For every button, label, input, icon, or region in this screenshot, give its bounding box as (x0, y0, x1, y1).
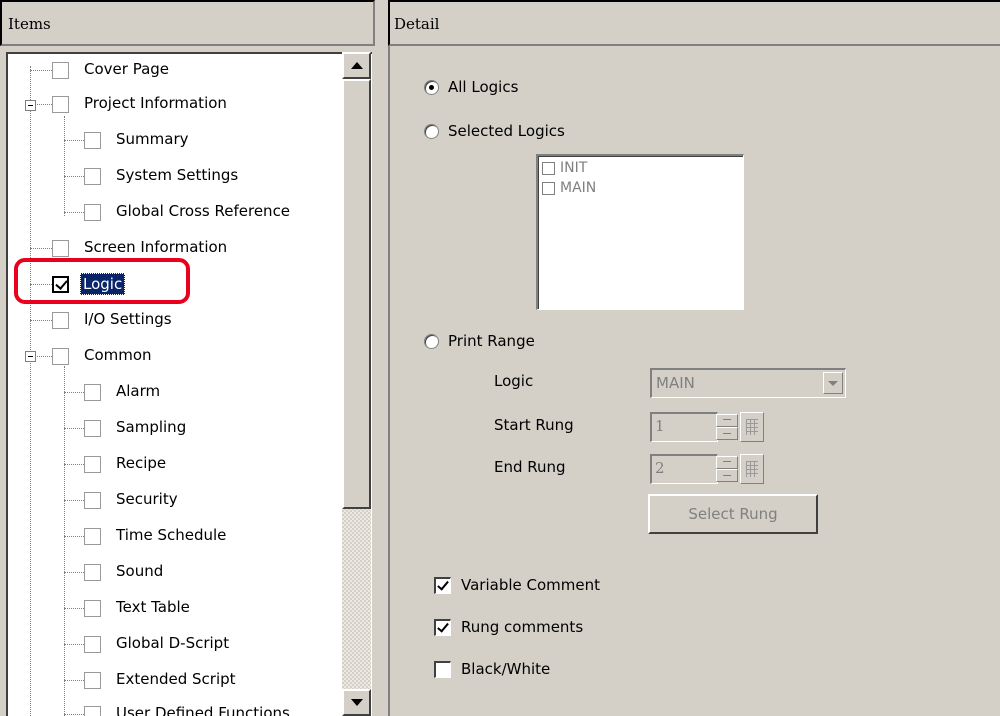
tree-item-label: Global D-Script (116, 634, 230, 652)
tree-item-label: User Defined Functions (116, 704, 290, 716)
tree-item-label: Cover Page (84, 60, 170, 78)
end-rung-value: 2 (655, 459, 665, 477)
tree-item-text-table[interactable]: Text Table (8, 592, 348, 626)
radio-icon[interactable] (424, 334, 439, 349)
tree-item-label: Summary (116, 130, 189, 148)
tree-item-sound[interactable]: Sound (8, 556, 348, 590)
tree-item-label: Text Table (116, 598, 190, 616)
tree-item-common[interactable]: Common (8, 340, 348, 374)
checkbox-icon[interactable] (84, 132, 101, 149)
checkbox-icon[interactable] (84, 384, 101, 401)
tree-item-recipe[interactable]: Recipe (8, 448, 348, 482)
checkbox-label: Black/White (461, 660, 551, 678)
tree-item-label: Alarm (116, 382, 161, 400)
checkbox-icon[interactable] (84, 564, 101, 581)
tree-item-cover-page[interactable]: Cover Page (8, 54, 348, 88)
items-tree: Cover Page Project Information Summary S… (6, 52, 372, 716)
end-rung-spin-icon[interactable] (716, 456, 738, 482)
scroll-up-icon[interactable] (342, 52, 371, 79)
checkbox-icon[interactable] (542, 182, 555, 195)
checkbox-icon[interactable] (84, 456, 101, 473)
scrollbar-thumb[interactable] (342, 79, 371, 509)
checkbox-icon[interactable] (434, 619, 451, 636)
select-rung-button[interactable]: Select Rung (648, 494, 818, 534)
tree-item-label: Extended Script (116, 670, 236, 688)
tree-item-summary[interactable]: Summary (8, 124, 348, 158)
tree-item-system-settings[interactable]: System Settings (8, 160, 348, 194)
detail-title: Detail (394, 15, 440, 33)
radio-icon[interactable] (424, 124, 439, 139)
scroll-down-icon[interactable] (342, 689, 371, 716)
tree-item-label: Sound (116, 562, 164, 580)
radio-label: All Logics (448, 78, 519, 96)
start-rung-spin-icon[interactable] (716, 414, 738, 440)
tree-item-label: System Settings (116, 166, 239, 184)
tree-item-global-cross-reference[interactable]: Global Cross Reference (8, 196, 348, 230)
checkbox-icon[interactable] (52, 96, 69, 113)
logic-highlight-annotation (14, 258, 190, 304)
checkbox-icon[interactable] (52, 312, 69, 329)
tree-item-io-settings[interactable]: I/O Settings (8, 304, 348, 338)
logic-select[interactable]: MAIN (650, 368, 846, 398)
end-rung-label: End Rung (494, 458, 566, 476)
tree-item-sampling[interactable]: Sampling (8, 412, 348, 446)
logic-select-value: MAIN (656, 374, 695, 392)
detail-header: Detail (388, 0, 1000, 46)
checkbox-icon[interactable] (52, 240, 69, 257)
checkbox-icon[interactable] (52, 348, 69, 365)
start-rung-input[interactable]: 1 (650, 412, 718, 442)
detail-panel: Detail All Logics Selected Logics INIT M… (388, 0, 1000, 716)
tree-item-label: Security (116, 490, 178, 508)
logic-label: Logic (494, 372, 534, 390)
tree-item-security[interactable]: Security (8, 484, 348, 518)
detail-content: All Logics Selected Logics INIT MAIN Pri… (388, 46, 1000, 716)
tree-item-alarm[interactable]: Alarm (8, 376, 348, 410)
tree-item-global-d-script[interactable]: Global D-Script (8, 628, 348, 662)
checkbox-icon[interactable] (542, 162, 555, 175)
checkbox-label: Variable Comment (461, 576, 600, 594)
grid-icon[interactable] (740, 454, 764, 484)
items-header: Items (0, 0, 375, 46)
start-rung-value: 1 (655, 417, 665, 435)
logic-list[interactable]: INIT MAIN (536, 154, 744, 310)
tree-item-label: Recipe (116, 454, 167, 472)
dropdown-arrow-icon[interactable] (823, 372, 843, 394)
tree-item-label: Common (84, 346, 152, 364)
checkbox-icon[interactable] (84, 672, 101, 689)
tree-item-user-defined-functions[interactable]: User Defined Functions (8, 698, 348, 716)
checkbox-icon[interactable] (84, 420, 101, 437)
end-rung-input[interactable]: 2 (650, 454, 718, 484)
checkbox-icon[interactable] (84, 528, 101, 545)
checkbox-icon[interactable] (434, 577, 451, 594)
radio-label: Selected Logics (448, 122, 565, 140)
tree-item-project-information[interactable]: Project Information (8, 88, 348, 122)
checkbox-icon[interactable] (84, 168, 101, 185)
start-rung-label: Start Rung (494, 416, 574, 434)
tree-scrollbar[interactable] (342, 52, 371, 716)
items-panel: Items Cover Page Project Information Sum… (0, 0, 376, 716)
panel-splitter[interactable] (376, 0, 388, 716)
radio-icon[interactable] (424, 80, 439, 95)
checkbox-icon[interactable] (434, 661, 451, 678)
tree-item-label: I/O Settings (84, 310, 172, 328)
checkbox-icon[interactable] (84, 636, 101, 653)
checkbox-icon[interactable] (84, 706, 101, 716)
tree-item-time-schedule[interactable]: Time Schedule (8, 520, 348, 554)
radio-label: Print Range (448, 332, 535, 350)
checkbox-icon[interactable] (84, 492, 101, 509)
tree-item-label: Time Schedule (116, 526, 227, 544)
tree-item-label: Sampling (116, 418, 187, 436)
tree-item-label: Screen Information (84, 238, 228, 256)
checkbox-icon[interactable] (84, 204, 101, 221)
checkbox-label: Rung comments (461, 618, 584, 636)
items-title: Items (8, 15, 51, 33)
tree-item-label: Global Cross Reference (116, 202, 291, 220)
grid-icon[interactable] (740, 412, 764, 442)
tree-item-extended-script[interactable]: Extended Script (8, 664, 348, 698)
checkbox-icon[interactable] (84, 600, 101, 617)
tree-item-label: Project Information (84, 94, 227, 112)
checkbox-icon[interactable] (52, 62, 69, 79)
